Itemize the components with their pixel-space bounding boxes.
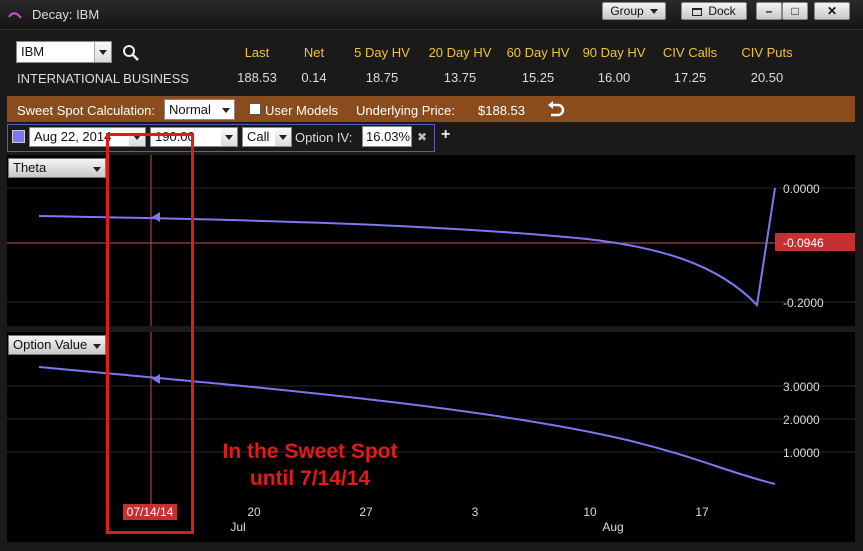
quote-value-civ-puts: 20.50 bbox=[750, 70, 784, 85]
x-tick-label: 10 bbox=[583, 505, 597, 519]
maximize-button[interactable]: □ bbox=[782, 2, 808, 20]
chevron-down-icon bbox=[221, 128, 237, 146]
quote-header-last: Last bbox=[244, 45, 270, 60]
option-iv-label: Option IV: bbox=[295, 130, 353, 145]
search-icon[interactable] bbox=[122, 44, 140, 62]
x-tick-label: 3 bbox=[472, 505, 479, 519]
sweet-spot-annotation: In the Sweet Spot until 7/14/14 bbox=[222, 440, 398, 490]
chevron-down-icon bbox=[649, 9, 658, 15]
close-button[interactable]: ✕ bbox=[814, 2, 850, 20]
add-icon[interactable]: + bbox=[441, 126, 450, 144]
value-metric-select[interactable]: Option Value bbox=[8, 335, 106, 355]
decay-icon bbox=[8, 12, 22, 19]
quote-value-last: 188.53 bbox=[237, 70, 277, 85]
reset-icon[interactable] bbox=[547, 101, 565, 119]
theta-tick-label: 0.0000 bbox=[783, 182, 820, 196]
value-tick-label: 3.0000 bbox=[783, 380, 820, 394]
x-tick-label: 27 bbox=[359, 505, 373, 519]
title-bar: Decay: IBM Group Dock – □ ✕ bbox=[0, 0, 863, 30]
quote-header-90d-hv: 90 Day HV bbox=[582, 45, 646, 60]
company-name: INTERNATIONAL BUSINESS bbox=[17, 71, 189, 86]
quote-header-civ-calls: CIV Calls bbox=[662, 45, 718, 60]
maximize-icon: □ bbox=[791, 4, 799, 18]
x-tick-label: 17 bbox=[695, 505, 709, 519]
sweet-spot-calc-label: Sweet Spot Calculation: bbox=[17, 103, 156, 118]
minimize-icon: – bbox=[765, 4, 773, 18]
minimize-button[interactable]: – bbox=[756, 2, 782, 20]
underlying-price-label: Underlying Price: bbox=[356, 103, 455, 118]
group-button[interactable]: Group bbox=[602, 2, 666, 20]
x-tick-label: 20 bbox=[247, 505, 261, 519]
quote-header-net: Net bbox=[303, 45, 325, 60]
quote-value-5d-hv: 18.75 bbox=[365, 70, 399, 85]
quote-value-20d-hv: 13.75 bbox=[443, 70, 477, 85]
sweet-spot-highlight-box bbox=[106, 133, 194, 534]
theta-metric-select[interactable]: Theta bbox=[8, 158, 106, 178]
close-icon: ✕ bbox=[826, 4, 838, 18]
quote-header-20d-hv: 20 Day HV bbox=[428, 45, 492, 60]
quote-value-90d-hv: 16.00 bbox=[597, 70, 631, 85]
dock-icon bbox=[692, 7, 703, 16]
chevron-down-icon[interactable] bbox=[94, 42, 111, 62]
series-color-swatch[interactable] bbox=[12, 130, 25, 143]
chevron-down-icon bbox=[222, 108, 230, 113]
option-iv-input[interactable]: 16.03% bbox=[362, 126, 412, 147]
quote-header-5d-hv: 5 Day HV bbox=[354, 45, 410, 60]
underlying-price-value: $188.53 bbox=[478, 103, 525, 118]
quote-header-civ-puts: CIV Puts bbox=[741, 45, 793, 60]
quote-value-civ-calls: 17.25 bbox=[673, 70, 707, 85]
theta-current-value: -0.0946 bbox=[783, 236, 824, 250]
chevron-down-icon bbox=[275, 128, 291, 146]
calc-mode-select[interactable]: Normal bbox=[164, 99, 235, 120]
quote-header-60d-hv: 60 Day HV bbox=[506, 45, 570, 60]
x-month-label: Aug bbox=[602, 520, 623, 534]
dock-button[interactable]: Dock bbox=[681, 2, 747, 20]
symbol-input[interactable]: IBM bbox=[16, 41, 112, 63]
x-month-label: Jul bbox=[230, 520, 245, 534]
user-models-checkbox[interactable] bbox=[249, 103, 261, 115]
window-title: Decay: IBM bbox=[32, 7, 100, 22]
value-tick-label: 2.0000 bbox=[783, 413, 820, 427]
user-models-label: User Models bbox=[265, 103, 338, 118]
theta-tick-label: -0.2000 bbox=[783, 296, 824, 310]
option-type-select[interactable]: Call bbox=[242, 127, 292, 147]
remove-icon[interactable]: ✖ bbox=[417, 130, 427, 144]
value-tick-label: 1.0000 bbox=[783, 446, 820, 460]
quote-value-60d-hv: 15.25 bbox=[521, 70, 555, 85]
quote-value-net: 0.14 bbox=[301, 70, 327, 85]
